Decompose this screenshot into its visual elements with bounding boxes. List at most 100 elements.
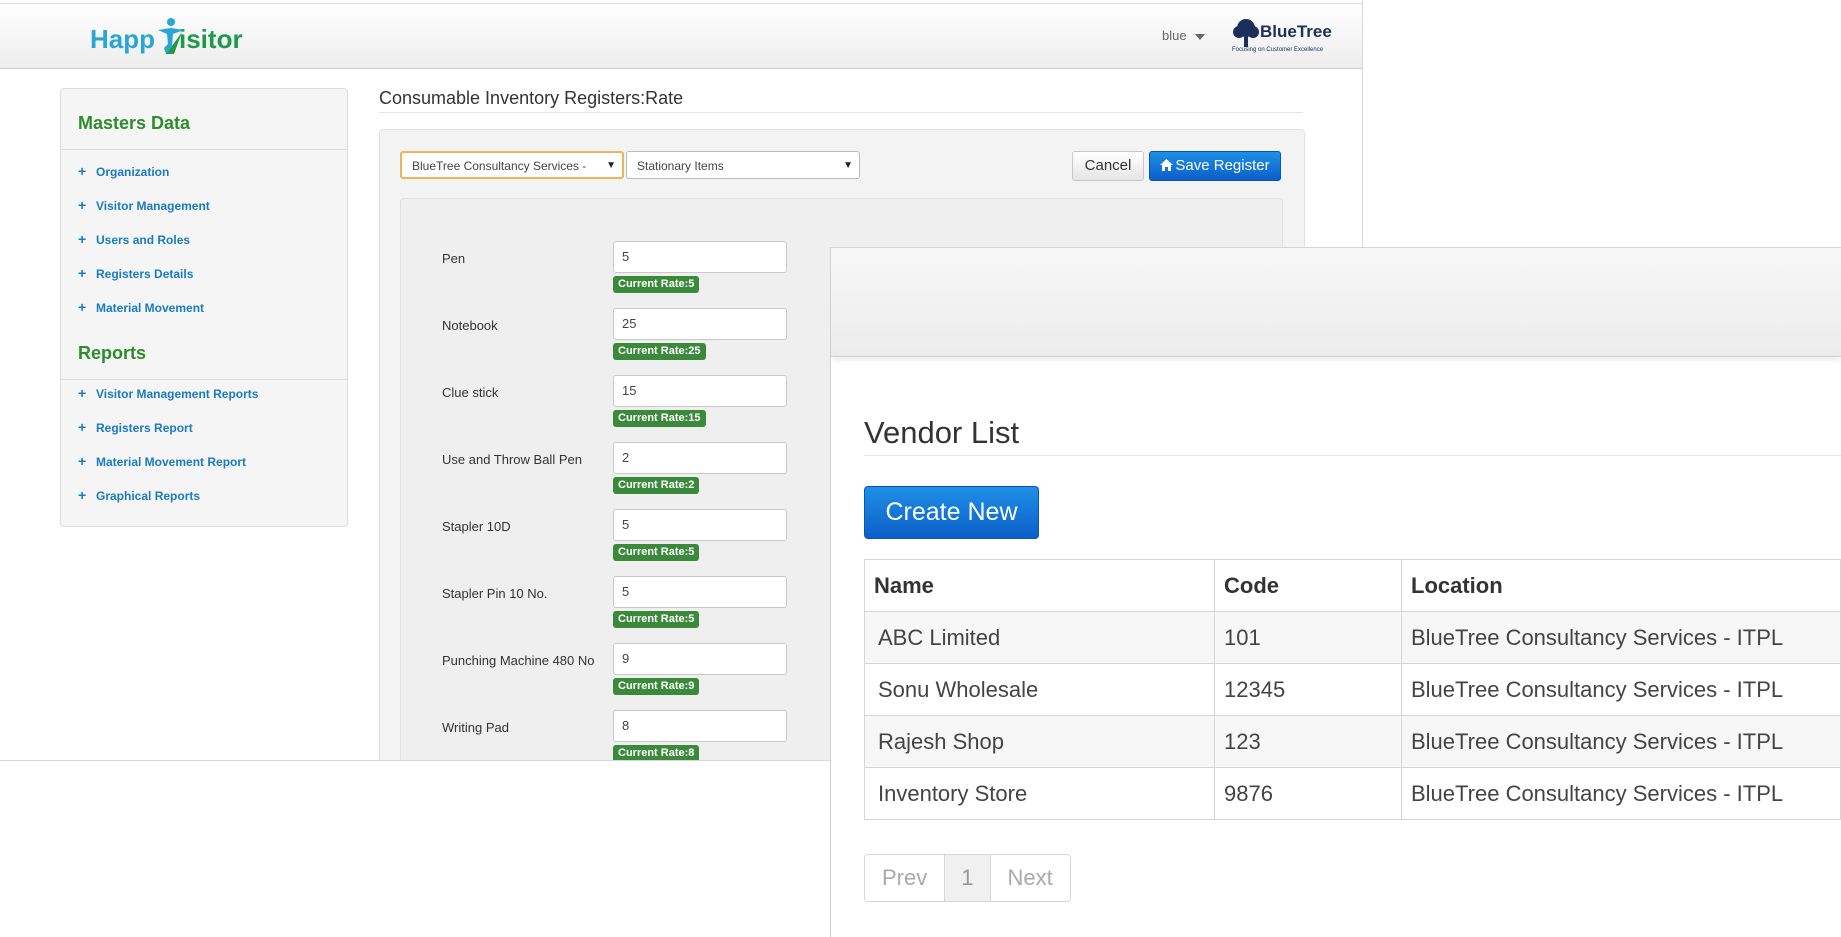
sidebar-item-material-movement-report[interactable]: + Material Movement Report [78,453,246,469]
vendor-name-cell: Inventory Store [864,767,1215,820]
item-name: Use and Throw Ball Pen [442,452,582,467]
item-name: Writing Pad [442,720,509,735]
cancel-button[interactable]: Cancel [1072,151,1144,181]
happyvisitor-logo[interactable]: Happ isitor [90,18,260,58]
vendor-code-cell: 123 [1214,715,1402,768]
sidebar-item-registers-report[interactable]: + Registers Report [78,419,193,435]
vendor-list-window: Vendor List Create New Name Code Locatio… [830,247,1841,937]
vendor-location-cell: BlueTree Consultancy Services - ITPL [1401,715,1841,768]
save-register-button[interactable]: Save Register [1149,151,1281,181]
rate-input[interactable]: 5 [613,576,787,608]
vendor-location-cell: BlueTree Consultancy Services - ITPL [1401,663,1841,716]
home-icon [1160,159,1174,171]
divider [61,149,347,150]
prev-page-button[interactable]: Prev [865,855,946,901]
page-1-button[interactable]: 1 [945,855,991,901]
rate-input[interactable]: 9 [613,643,787,675]
rate-row: Stapler 10D 5 Current Rate:5 [442,509,802,569]
category-select-value: Stationary Items [637,159,724,173]
rate-row: Stapler Pin 10 No. 5 Current Rate:5 [442,576,802,636]
vendor-code-cell: 12345 [1214,663,1402,716]
plus-icon: + [78,299,87,315]
rate-input[interactable]: 15 [613,375,787,407]
rate-input[interactable]: 25 [613,308,787,340]
item-name: Stapler Pin 10 No. [442,586,548,601]
sidebar-item-label: Organization [96,165,170,179]
svg-text:Happ: Happ [90,24,155,54]
page-title: Consumable Inventory Registers:Rate [379,88,684,108]
plus-icon: + [78,385,87,401]
sidebar-item-label: Graphical Reports [96,489,201,503]
item-name: Stapler 10D [442,519,511,534]
tree-icon [1233,19,1259,47]
brand-tagline: Focusing on Customer Excellence [1232,47,1324,53]
sidebar-item-visitor-management[interactable]: + Visitor Management [78,197,210,213]
vendor-code-cell: 9876 [1214,767,1402,820]
location-select[interactable]: BlueTree Consultancy Services - ▼ [400,151,624,179]
happyvisitor-logo-image: Happ isitor [90,18,243,54]
caret-down-icon: ▼ [843,160,853,171]
rate-input[interactable]: 5 [613,509,787,541]
rate-input[interactable]: 2 [613,442,787,474]
masters-data-heading: Masters Data [78,113,191,133]
plus-icon: + [78,231,87,247]
rate-row: Notebook 25 Current Rate:25 [442,308,802,368]
item-name: Punching Machine 480 No [442,653,595,668]
svg-text:isitor: isitor [179,24,243,54]
vendor-name-cell: Rajesh Shop [864,715,1215,768]
caret-down-icon [1194,33,1205,40]
rate-row: Use and Throw Ball Pen 2 Current Rate:2 [442,442,802,502]
sidebar-item-visitor-management-reports[interactable]: + Visitor Management Reports [78,385,258,401]
top-navbar: Happ isitor blue BlueTree Focusing on Cu… [0,3,1362,69]
table-header-row: Name Code Location [864,559,1841,612]
save-register-label: Save Register [1175,157,1270,174]
sidebar-item-users-and-roles[interactable]: + Users and Roles [78,231,190,247]
divider [61,379,347,380]
item-name: Pen [442,251,466,266]
current-rate-badge: Current Rate:5 [613,276,700,293]
sidebar-item-label: Visitor Management Reports [96,387,259,401]
user-menu-label: blue [1162,28,1187,43]
location-select-value: BlueTree Consultancy Services - [412,159,587,173]
column-header-location[interactable]: Location [1401,559,1841,612]
table-row[interactable]: Sonu Wholesale 12345 BlueTree Consultanc… [864,663,1841,716]
table-row[interactable]: Rajesh Shop 123 BlueTree Consultancy Ser… [864,715,1841,768]
sidebar-item-label: Material Movement [96,301,205,315]
sidebar-item-label: Visitor Management [96,199,210,213]
sidebar-item-organization[interactable]: + Organization [78,163,169,179]
current-rate-badge: Current Rate:8 [613,745,700,760]
user-menu[interactable]: blue [1162,28,1205,43]
vendor-name-cell: ABC Limited [864,611,1215,664]
next-page-button[interactable]: Next [990,855,1070,901]
table-row[interactable]: Inventory Store 9876 BlueTree Consultanc… [864,767,1841,820]
sidebar-item-graphical-reports[interactable]: + Graphical Reports [78,487,200,503]
current-rate-badge: Current Rate:15 [613,410,706,427]
brand-name: BlueTree [1260,22,1332,41]
column-header-code[interactable]: Code [1214,559,1402,612]
rate-input[interactable]: 5 [613,241,787,273]
divider [379,112,1303,113]
sidebar-item-label: Users and Roles [96,233,191,247]
pagination: Prev 1 Next [864,854,1071,902]
rate-row: Writing Pad 8 Current Rate:8 [442,710,802,760]
item-name: Notebook [442,318,498,333]
plus-icon: + [78,197,87,213]
item-name: Clue stick [442,385,499,400]
plus-icon: + [78,419,87,435]
category-select[interactable]: Stationary Items ▼ [626,151,860,179]
table-row[interactable]: ABC Limited 101 BlueTree Consultancy Ser… [864,611,1841,664]
sidebar-item-label: Material Movement Report [96,455,247,469]
column-header-name[interactable]: Name [864,559,1215,612]
sidebar-item-label: Registers Details [96,267,194,281]
sidebar-item-material-movement[interactable]: + Material Movement [78,299,204,315]
create-new-button[interactable]: Create New [864,486,1039,539]
current-rate-badge: Current Rate:5 [613,611,700,628]
bluetree-brand-logo: BlueTree Focusing on Customer Excellence [1230,16,1334,60]
plus-icon: + [78,265,87,281]
sidebar-item-registers-details[interactable]: + Registers Details [78,265,193,281]
rate-input[interactable]: 8 [613,710,787,742]
sidebar-item-label: Registers Report [96,421,193,435]
vendor-location-cell: BlueTree Consultancy Services - ITPL [1401,767,1841,820]
rate-row: Pen 5 Current Rate:5 [442,241,802,301]
vendor-table: Name Code Location ABC Limited 101 BlueT… [864,559,1841,820]
